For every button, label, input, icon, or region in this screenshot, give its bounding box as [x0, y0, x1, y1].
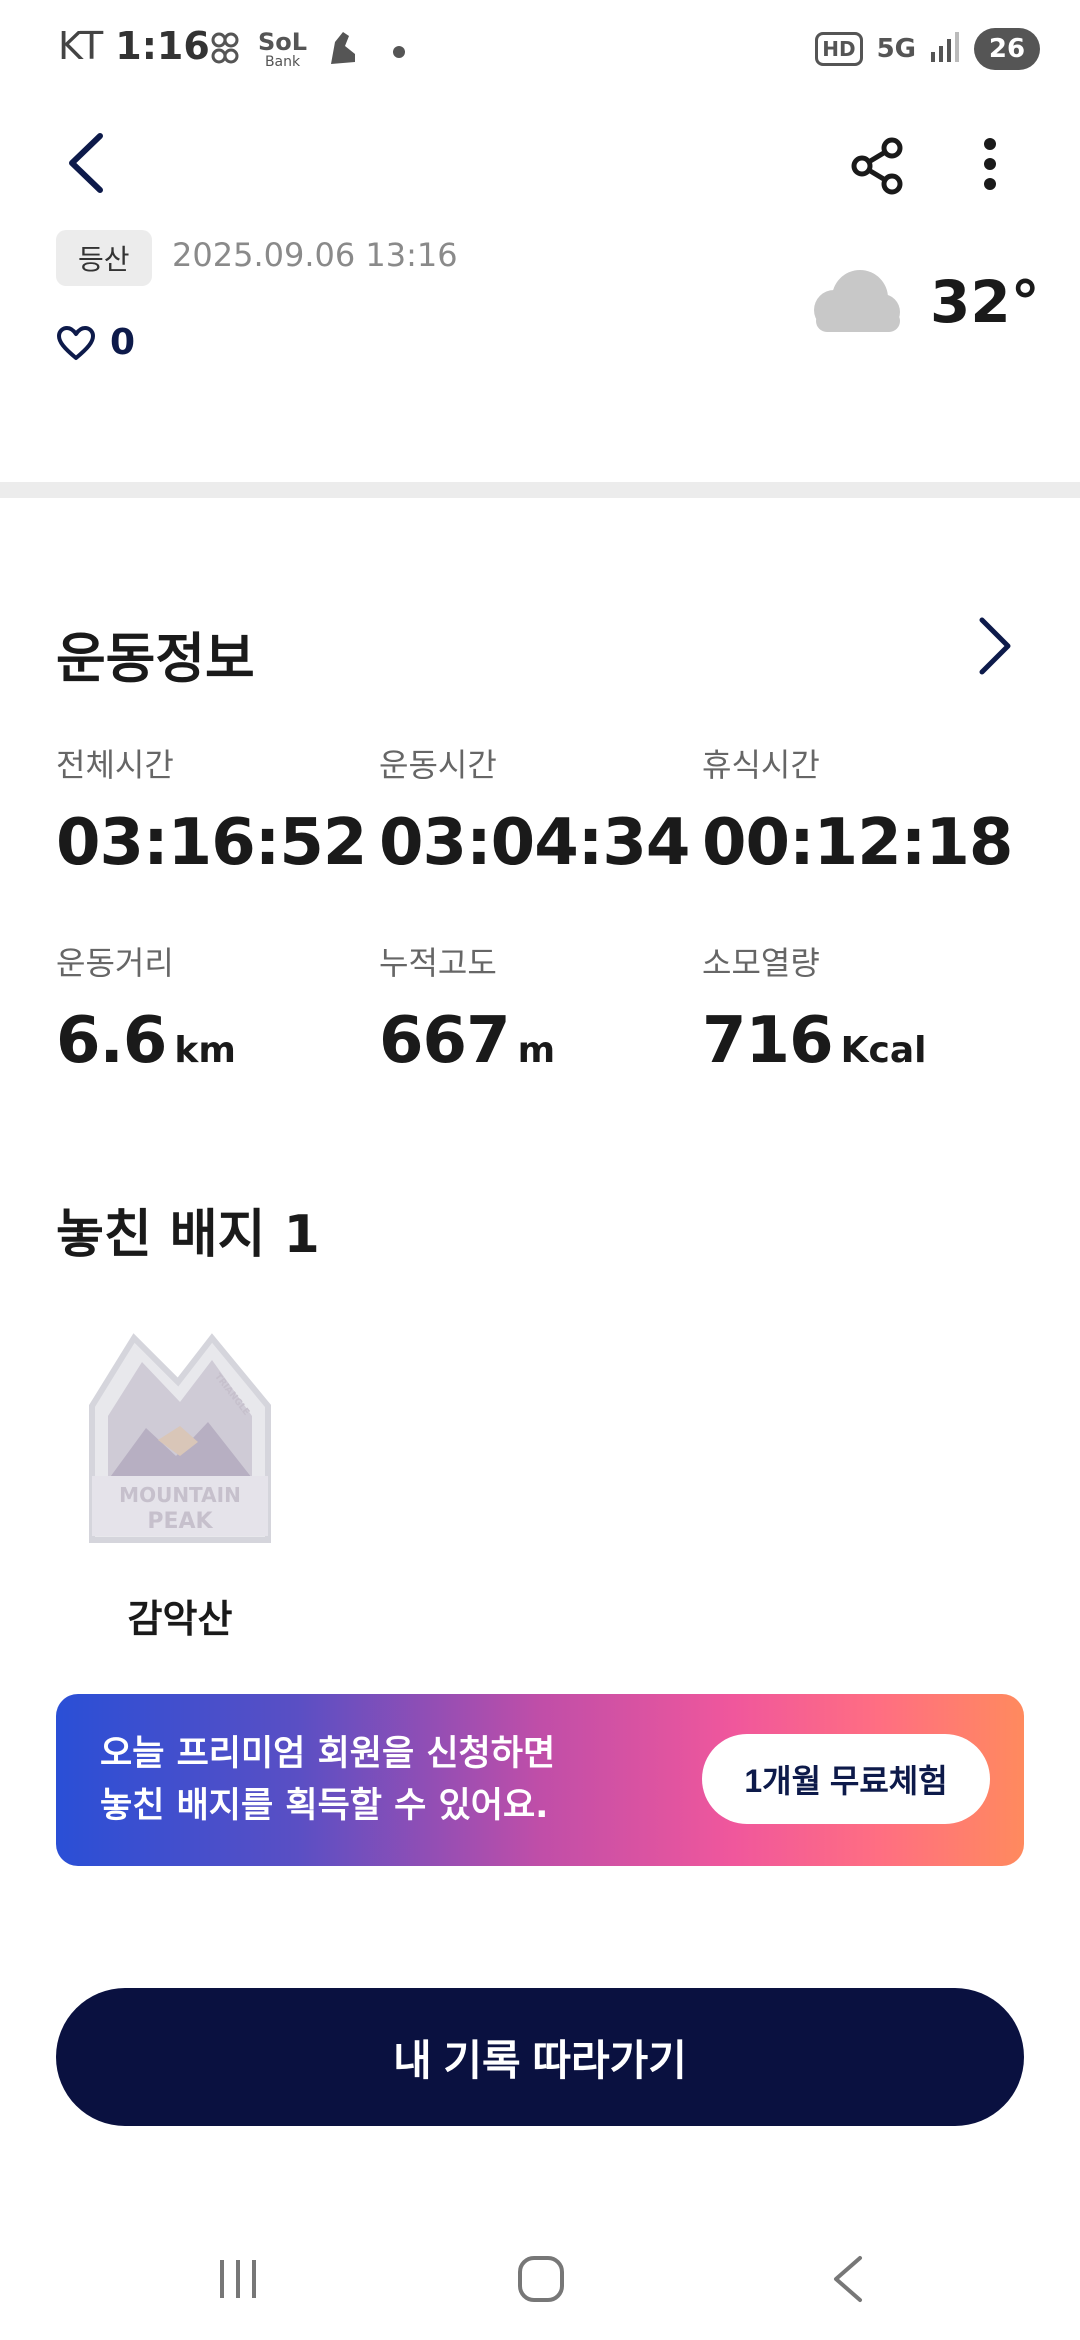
system-back-icon — [834, 2256, 862, 2302]
more-notifications-dot — [393, 45, 406, 58]
share-icon — [851, 137, 903, 195]
metric-unit: km — [174, 1030, 236, 1071]
clock: 1:16 — [115, 24, 210, 68]
notification-icons: SoL Bank — [210, 27, 406, 75]
record-datetime: 2025.09.06 13:16 — [172, 236, 458, 274]
carrier: KT — [58, 24, 104, 68]
home-button[interactable] — [516, 2254, 566, 2308]
promo-line-1: 오늘 프리미엄 회원을 신청하면 — [100, 1734, 556, 1774]
temperature: 32° — [930, 268, 1040, 336]
metric-label: 누적고도 — [379, 944, 497, 982]
heart-icon — [57, 325, 95, 360]
svg-text:MOUNTAIN: MOUNTAIN — [119, 1483, 241, 1507]
follow-my-record-button[interactable]: 내 기록 따라가기 — [56, 1988, 1024, 2126]
promo-line-2: 놓친 배지를 획득할 수 있어요. — [100, 1786, 549, 1826]
carrier-time: KT 1:16 — [58, 24, 210, 68]
recent-apps-icon — [220, 2260, 256, 2298]
metric-value: 00:12:18 — [702, 806, 1013, 880]
metric-label: 소모열량 — [702, 944, 820, 982]
metric-elevation: 누적고도 667 m — [379, 938, 702, 1078]
metric-value: 03:04:34 — [379, 806, 690, 880]
more-options-button[interactable] — [978, 134, 1002, 198]
metric-calories: 소모열량 716 Kcal — [702, 938, 1025, 1078]
exercise-info-title: 운동정보 — [56, 627, 255, 690]
metric-label: 전체시간 — [56, 746, 174, 784]
section-divider — [0, 482, 1080, 498]
metric-exercise-time: 운동시간 03:04:34 — [379, 740, 702, 880]
battery-indicator: 26 — [974, 28, 1040, 70]
chevron-left-icon — [69, 133, 103, 193]
share-button[interactable] — [848, 136, 908, 200]
home-icon — [518, 2256, 564, 2302]
mountain-badge-icon: MOUNTAIN PEAK TRIANGLE — [89, 1333, 271, 1543]
cloud-icon — [806, 266, 904, 340]
signal-icon — [930, 30, 960, 68]
like-button[interactable]: 0 — [56, 322, 135, 363]
back-button[interactable] — [64, 128, 108, 198]
free-trial-button[interactable]: 1개월 무료체험 — [702, 1734, 990, 1824]
like-count: 0 — [110, 322, 136, 363]
status-bar: KT 1:16 SoL Bank HD 5G 26 — [0, 0, 1080, 100]
activity-type-tag: 등산 — [56, 230, 152, 286]
metric-total-time: 전체시간 03:16:52 — [56, 740, 379, 880]
metric-label: 운동시간 — [379, 746, 497, 784]
exercise-info-detail-button[interactable] — [974, 614, 1014, 682]
metric-value: 03:16:52 — [56, 806, 367, 880]
promo-message: 오늘 프리미엄 회원을 신청하면 놓친 배지를 획득할 수 있어요. — [100, 1728, 620, 1832]
chevron-right-icon — [979, 617, 1011, 675]
mountain-peak-badge[interactable]: MOUNTAIN PEAK TRIANGLE — [80, 1330, 280, 1550]
network-5g-icon: 5G — [876, 34, 916, 64]
system-icons: HD 5G 26 — [815, 28, 1040, 70]
metric-label: 운동거리 — [56, 944, 174, 982]
go-plus-icon — [210, 28, 240, 75]
metric-distance: 운동거리 6.6 km — [56, 938, 379, 1078]
metric-value: 6.6 km — [56, 1004, 236, 1078]
svg-text:PEAK: PEAK — [147, 1509, 213, 1534]
exercise-metrics-grid: 전체시간 03:16:52 운동시간 03:04:34 휴식시간 00:12:1… — [56, 740, 1026, 1078]
running-shoe-icon — [325, 28, 359, 75]
system-nav-bar — [0, 2230, 1080, 2340]
metric-value: 667 m — [379, 1004, 556, 1078]
metric-unit: Kcal — [840, 1030, 927, 1071]
hd-icon: HD — [815, 32, 863, 66]
badge-mountain-name: 감악산 — [127, 1597, 233, 1641]
missed-badges-title: 놓친 배지 1 — [56, 1205, 320, 1265]
metric-label: 휴식시간 — [702, 746, 820, 784]
metric-value: 716 Kcal — [702, 1004, 927, 1078]
metric-rest-time: 휴식시간 00:12:18 — [702, 740, 1025, 880]
system-back-button[interactable] — [828, 2254, 868, 2308]
metric-unit: m — [517, 1030, 556, 1071]
sol-bank-icon: SoL Bank — [258, 27, 308, 70]
recent-apps-button[interactable] — [214, 2254, 262, 2308]
premium-promo-banner[interactable]: 오늘 프리미엄 회원을 신청하면 놓친 배지를 획득할 수 있어요. 1개월 무… — [56, 1694, 1024, 1866]
kebab-menu-icon — [984, 138, 996, 190]
